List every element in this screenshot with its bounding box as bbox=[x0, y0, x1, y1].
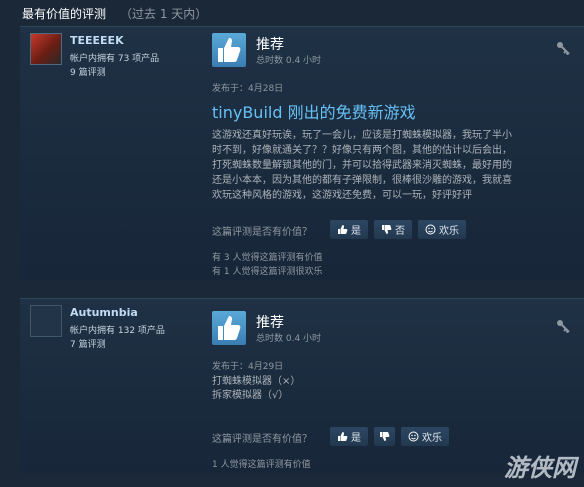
vote-no-button[interactable]: 否 bbox=[374, 220, 412, 239]
review-card: Autumnbia 帐户内拥有 132 项产品 7 篇评测 推荐 总时数 0.4… bbox=[20, 298, 584, 473]
key-icon[interactable] bbox=[556, 319, 570, 333]
vote-funny-button[interactable]: 欢乐 bbox=[418, 220, 466, 239]
vote-yes-label: 是 bbox=[351, 433, 361, 444]
avatar[interactable] bbox=[30, 33, 62, 65]
recommendation-label[interactable]: 推荐 bbox=[256, 34, 284, 54]
author-products[interactable]: 帐户内拥有 73 项产品 bbox=[70, 51, 159, 64]
helpful-count: 有 3 人觉得这篇评测有价值 bbox=[212, 253, 323, 263]
recommendation-label[interactable]: 推荐 bbox=[256, 312, 284, 332]
thumbs-down-icon bbox=[380, 432, 390, 441]
author-name[interactable]: TEEEEEK bbox=[70, 34, 124, 47]
thumbs-up-icon bbox=[338, 432, 348, 441]
author-review-count[interactable]: 9 篇评测 bbox=[70, 65, 106, 78]
smiley-icon bbox=[425, 224, 436, 235]
thumbs-down-icon bbox=[382, 225, 392, 234]
section-title: 最有价值的评测 bbox=[22, 7, 107, 21]
vote-funny-label: 欢乐 bbox=[422, 433, 442, 444]
helpful-count: 1 人觉得这篇评测有价值 bbox=[212, 460, 311, 470]
avatar[interactable] bbox=[30, 305, 62, 337]
author-name[interactable]: Autumnbia bbox=[70, 306, 138, 319]
posted-date: 发布于：4月29日 bbox=[212, 362, 284, 372]
review-body: 打蜘蛛模拟器（×） 拆家模拟器（√） bbox=[212, 376, 301, 401]
thumbs-up-icon bbox=[338, 225, 348, 234]
thumbs-up-icon[interactable] bbox=[212, 311, 246, 345]
review-body: 这游戏还真好玩诶，玩了一会儿，应该是打蜘蛛模拟器，我玩了半小 时不到，好像就通关… bbox=[212, 130, 512, 201]
watermark-logo: 游侠网 bbox=[504, 454, 576, 482]
section-subtitle: （过去 1 天内） bbox=[120, 7, 208, 21]
helpful-question: 这篇评测是否有价值？ bbox=[212, 227, 312, 238]
playtime-hours: 总时数 0.4 小时 bbox=[256, 334, 322, 344]
vote-funny-button[interactable]: 欢乐 bbox=[401, 427, 449, 446]
vote-no-label: 否 bbox=[395, 226, 405, 237]
vote-funny-label: 欢乐 bbox=[439, 226, 459, 237]
smiley-icon bbox=[408, 431, 419, 442]
review-headline: tinyBuild 刚出的免费新游戏 bbox=[212, 103, 416, 122]
playtime-hours: 总时数 0.4 小时 bbox=[256, 56, 322, 66]
key-icon[interactable] bbox=[556, 41, 570, 55]
author-products[interactable]: 帐户内拥有 132 项产品 bbox=[70, 323, 165, 336]
thumbs-up-icon[interactable] bbox=[212, 33, 246, 67]
funny-count: 有 1 人觉得这篇评测很欢乐 bbox=[212, 267, 323, 277]
review-content: 推荐 总时数 0.4 小时 发布于：4月29日 打蜘蛛模拟器（×） 拆家模拟器（… bbox=[212, 299, 584, 473]
author-review-count[interactable]: 7 篇评测 bbox=[70, 337, 106, 350]
helpful-question: 这篇评测是否有价值？ bbox=[212, 434, 312, 445]
posted-date: 发布于：4月28日 bbox=[212, 84, 284, 94]
vote-no-button[interactable] bbox=[374, 427, 395, 446]
section-header: 最有价值的评测 （过去 1 天内） bbox=[0, 0, 584, 26]
vote-yes-button[interactable]: 是 bbox=[330, 220, 368, 239]
vote-yes-label: 是 bbox=[351, 226, 361, 237]
review-card: TEEEEEK 帐户内拥有 73 项产品 9 篇评测 推荐 总时数 0.4 小时… bbox=[20, 26, 584, 280]
vote-yes-button[interactable]: 是 bbox=[330, 427, 368, 446]
review-content: 推荐 总时数 0.4 小时 发布于：4月28日 tinyBuild 刚出的免费新… bbox=[212, 27, 584, 280]
vote-buttons: 是 否 欢乐 bbox=[330, 220, 466, 239]
vote-buttons: 是 欢乐 bbox=[330, 427, 449, 446]
